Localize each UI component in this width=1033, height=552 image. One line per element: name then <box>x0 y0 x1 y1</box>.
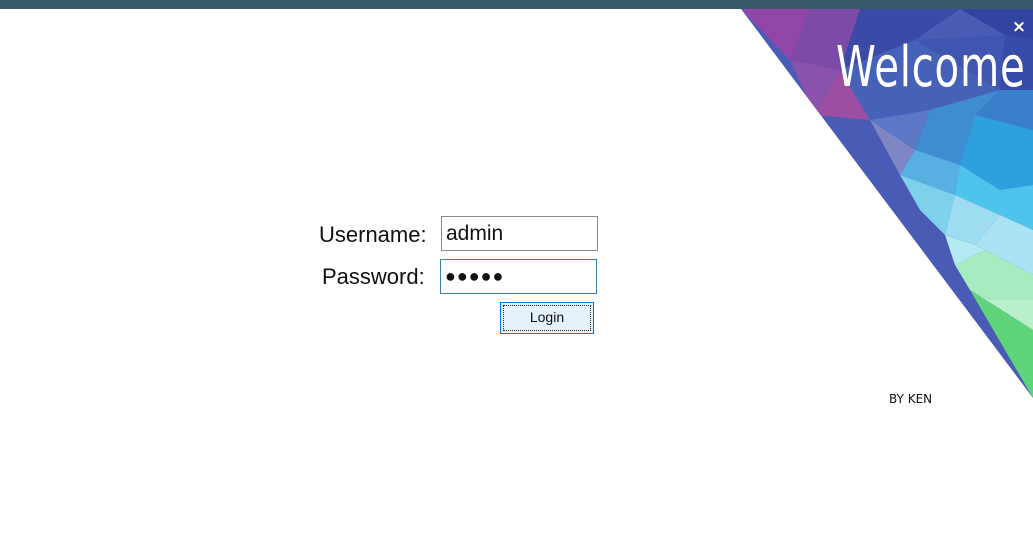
close-icon[interactable]: × <box>1009 17 1029 37</box>
welcome-heading: Welcome <box>836 35 1026 100</box>
author-credit: BY KEN <box>889 392 933 406</box>
username-label: Username: <box>319 222 427 247</box>
password-label: Password: <box>322 264 425 289</box>
login-button-label: Login <box>529 309 565 325</box>
username-input[interactable]: admin <box>441 216 598 251</box>
password-input[interactable]: ●●●●● <box>440 259 597 294</box>
title-bar[interactable] <box>0 0 1033 9</box>
login-button[interactable]: Login <box>500 302 594 334</box>
